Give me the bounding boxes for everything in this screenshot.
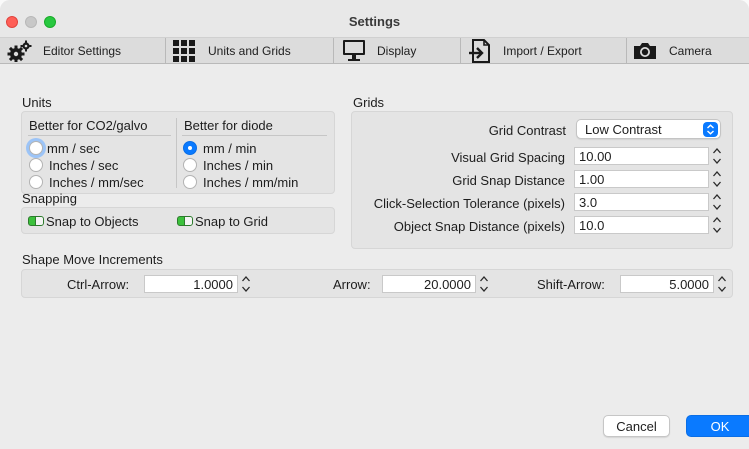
ctrl-arrow-input[interactable]: 1.0000 [144,275,238,293]
radio-label: Inches / mm/min [203,174,299,190]
shift-arrow-input[interactable]: 5.0000 [620,275,714,293]
toggle-label: Snap to Objects [46,213,139,229]
tab-label: Editor Settings [43,44,122,58]
tab-display[interactable]: Display [334,38,461,64]
ok-button[interactable]: OK [686,415,749,437]
radio-label: Inches / min [203,157,274,173]
grids-section-title: Grids [353,95,385,110]
co2-column-header: Better for CO2/galvo [29,118,148,133]
toggle-switch[interactable] [28,216,44,226]
toggle-label: Snap to Grid [195,213,268,229]
radio-label: Inches / sec [49,157,119,173]
monitor-icon [341,39,367,63]
titlebar: Settings [0,0,749,38]
cancel-button[interactable]: Cancel [603,415,670,437]
grid-snap-distance-stepper[interactable] [711,169,723,189]
shift-arrow-label: Shift-Arrow: [537,277,605,292]
diode-column-header: Better for diode [184,118,273,133]
toggle-switch[interactable] [177,216,193,226]
radio-button[interactable] [183,175,197,189]
ctrl-arrow-label: Ctrl-Arrow: [67,277,130,292]
unit-option-mm-min[interactable]: mm / min [183,140,256,156]
visual-grid-spacing-label: Visual Grid Spacing [451,150,565,165]
tab-label: Import / Export [503,44,582,58]
radio-button[interactable] [29,141,43,155]
snapping-section-title: Snapping [22,191,77,206]
grid-contrast-select[interactable]: Low Contrast [576,119,721,139]
co2-header-rule [28,135,171,136]
grid-icon [171,39,197,63]
ctrl-arrow-stepper[interactable] [240,274,252,294]
tab-import-export[interactable]: Import / Export [461,38,627,64]
grid-contrast-value: Low Contrast [585,122,662,137]
radio-label: Inches / mm/sec [49,174,144,190]
grid-contrast-label: Grid Contrast [488,123,566,138]
radio-label: mm / min [203,140,257,156]
object-snap-distance-label: Object Snap Distance (pixels) [393,219,565,234]
radio-button[interactable] [29,175,43,189]
grid-snap-distance-input[interactable]: 1.00 [574,170,709,188]
tab-bar: Editor Settings Units and Grids Display … [0,38,749,64]
click-selection-tolerance-input[interactable]: 3.0 [574,193,709,211]
visual-grid-spacing-stepper[interactable] [711,146,723,166]
object-snap-distance-stepper[interactable] [711,215,723,235]
unit-option-inches-mm-min[interactable]: Inches / mm/min [183,174,298,190]
snap-to-objects-toggle[interactable]: Snap to Objects [28,213,139,229]
object-snap-distance-input[interactable]: 10.0 [574,216,709,234]
tab-label: Units and Grids [208,44,291,58]
tab-camera[interactable]: Camera [627,38,749,64]
visual-grid-spacing-input[interactable]: 10.00 [574,147,709,165]
arrow-input[interactable]: 20.0000 [382,275,476,293]
units-column-separator [176,118,177,188]
shape-move-section-title: Shape Move Increments [22,252,163,267]
window-title: Settings [348,14,401,29]
tab-label: Camera [669,44,712,58]
unit-option-inches-mm-sec[interactable]: Inches / mm/sec [29,174,144,190]
shift-arrow-stepper[interactable] [716,274,728,294]
arrow-label: Arrow: [333,277,371,292]
gears-icon [6,39,32,63]
unit-option-inches-sec[interactable]: Inches / sec [29,157,118,173]
camera-icon [632,39,658,63]
chevron-up-down-icon [703,122,718,137]
tab-editor-settings[interactable]: Editor Settings [0,38,166,64]
units-section-title: Units [22,95,52,110]
radio-button[interactable] [183,141,197,155]
tab-units-and-grids[interactable]: Units and Grids [166,38,334,64]
import-export-icon [467,39,493,63]
radio-label: mm / sec [47,140,100,156]
unit-option-mm-sec[interactable]: mm / sec [29,140,100,156]
click-selection-tolerance-stepper[interactable] [711,192,723,212]
snap-to-grid-toggle[interactable]: Snap to Grid [177,213,268,229]
grid-snap-distance-label: Grid Snap Distance [452,173,565,188]
click-selection-tolerance-label: Click-Selection Tolerance (pixels) [373,196,565,211]
arrow-stepper[interactable] [478,274,490,294]
tab-label: Display [377,44,417,58]
radio-button[interactable] [183,158,197,172]
radio-button[interactable] [29,158,43,172]
settings-window: Settings Editor Settings Units and Grids… [0,0,749,449]
unit-option-inches-min[interactable]: Inches / min [183,157,273,173]
diode-header-rule [182,135,327,136]
